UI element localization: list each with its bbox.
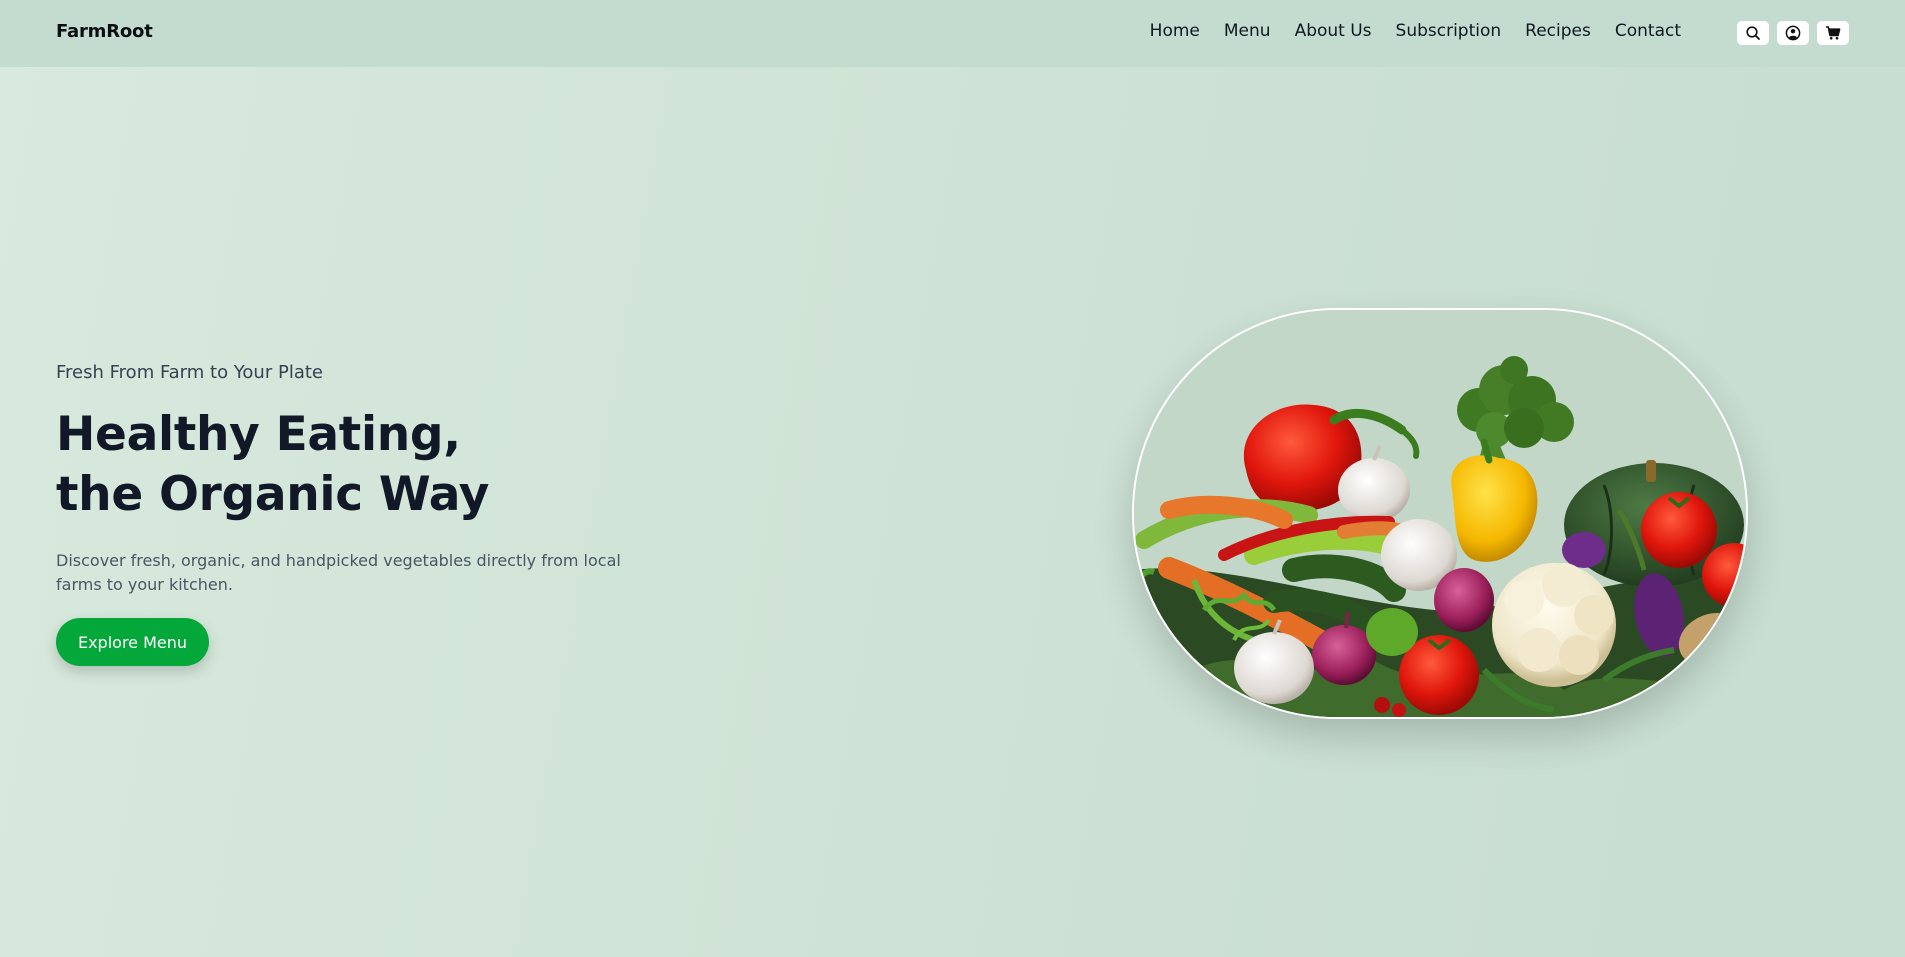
headline-line-2: the Organic Way: [56, 467, 490, 522]
hero-vegetables-image: [1132, 308, 1748, 719]
main-nav: Home Menu About Us Subscription Recipes …: [1150, 21, 1681, 41]
brand-logo[interactable]: FarmRoot: [56, 21, 153, 42]
nav-about-us[interactable]: About Us: [1295, 21, 1372, 41]
account-button[interactable]: [1777, 21, 1809, 45]
top-navigation-bar: FarmRoot Home Menu About Us Subscription…: [0, 0, 1905, 67]
nav-menu[interactable]: Menu: [1224, 21, 1271, 41]
hero-description: Discover fresh, organic, and handpicked …: [56, 551, 621, 594]
hero-subtitle: Fresh From Farm to Your Plate: [56, 362, 323, 383]
nav-recipes[interactable]: Recipes: [1525, 21, 1591, 41]
cart-button[interactable]: [1817, 21, 1849, 45]
explore-menu-button[interactable]: Explore Menu: [56, 618, 209, 666]
header-actions: [1737, 21, 1849, 45]
hero-headline: Healthy Eating, the Organic Way: [56, 405, 656, 525]
vegetables-illustration: [1134, 310, 1746, 717]
user-icon: [1785, 25, 1801, 41]
headline-line-1: Healthy Eating,: [56, 407, 461, 462]
nav-home[interactable]: Home: [1150, 21, 1200, 41]
hero-content: Fresh From Farm to Your Plate Healthy Ea…: [56, 362, 656, 666]
search-button[interactable]: [1737, 21, 1769, 45]
search-icon: [1746, 26, 1760, 40]
nav-contact[interactable]: Contact: [1615, 21, 1681, 41]
nav-subscription[interactable]: Subscription: [1396, 21, 1502, 41]
cart-icon: [1826, 26, 1841, 40]
